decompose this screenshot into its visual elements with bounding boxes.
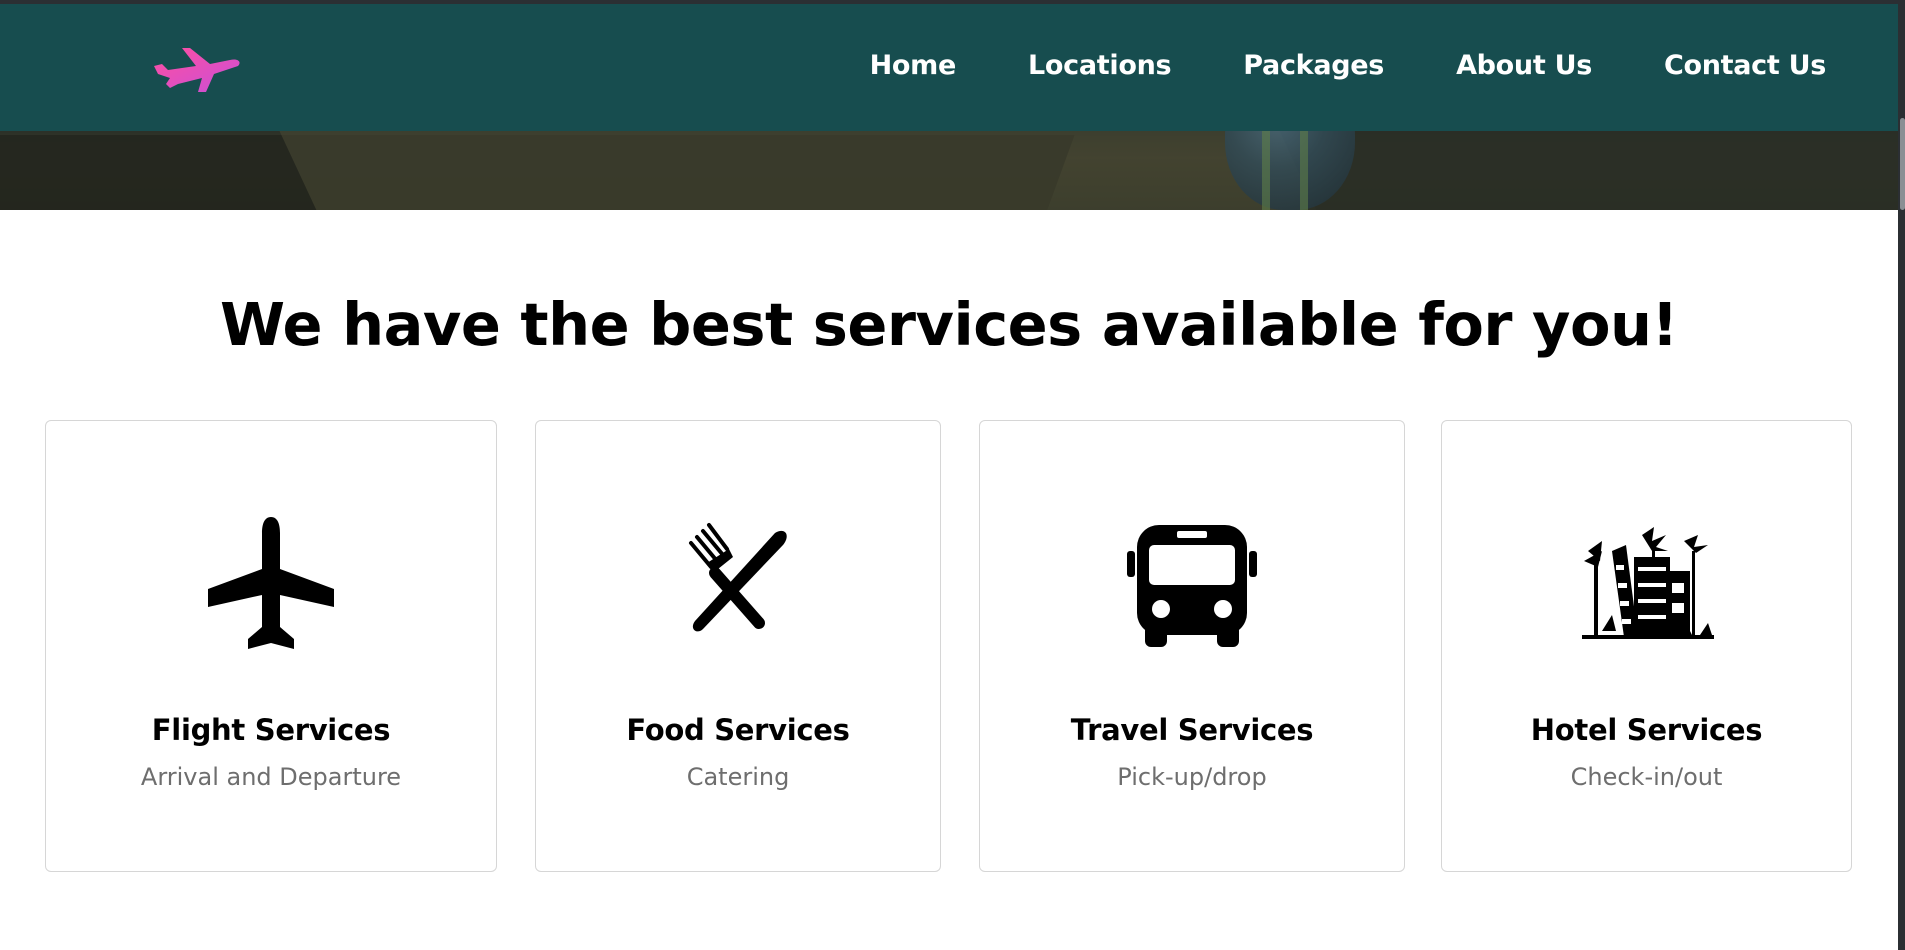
scrollbar-thumb[interactable] xyxy=(1900,118,1905,210)
service-card-hotel: Hotel Services Check-in/out xyxy=(1441,420,1852,872)
service-title: Travel Services xyxy=(1070,713,1314,747)
nav-link-home[interactable]: Home xyxy=(870,50,957,81)
page-scrollbar[interactable] xyxy=(1898,0,1905,950)
nav-link-contact-us[interactable]: Contact Us xyxy=(1664,50,1826,81)
service-subtitle: Check-in/out xyxy=(1570,763,1723,791)
service-card-travel: Travel Services Pick-up/drop xyxy=(979,420,1405,872)
services-heading: We have the best services available for … xyxy=(220,290,1678,359)
service-subtitle: Pick-up/drop xyxy=(1117,763,1267,791)
airplane-logo-icon[interactable] xyxy=(152,44,242,94)
service-title: Hotel Services xyxy=(1530,713,1763,747)
fork-knife-icon xyxy=(663,511,813,661)
service-card-food: Food Services Catering xyxy=(535,420,941,872)
bus-icon xyxy=(1117,511,1267,661)
service-title: Food Services xyxy=(626,713,850,747)
service-card-flight: Flight Services Arrival and Departure xyxy=(45,420,497,872)
nav-link-packages[interactable]: Packages xyxy=(1243,50,1384,81)
service-title: Flight Services xyxy=(151,713,391,747)
service-subtitle: Arrival and Departure xyxy=(140,763,402,791)
navbar: Home Locations Packages About Us Contact… xyxy=(0,4,1898,131)
airplane-icon xyxy=(196,511,346,661)
nav-link-locations[interactable]: Locations xyxy=(1028,50,1172,81)
service-subtitle: Catering xyxy=(686,763,790,791)
nav-link-about-us[interactable]: About Us xyxy=(1456,50,1592,81)
hotel-icon xyxy=(1572,511,1722,661)
nav-links: Home Locations Packages About Us Contact… xyxy=(798,50,1827,81)
